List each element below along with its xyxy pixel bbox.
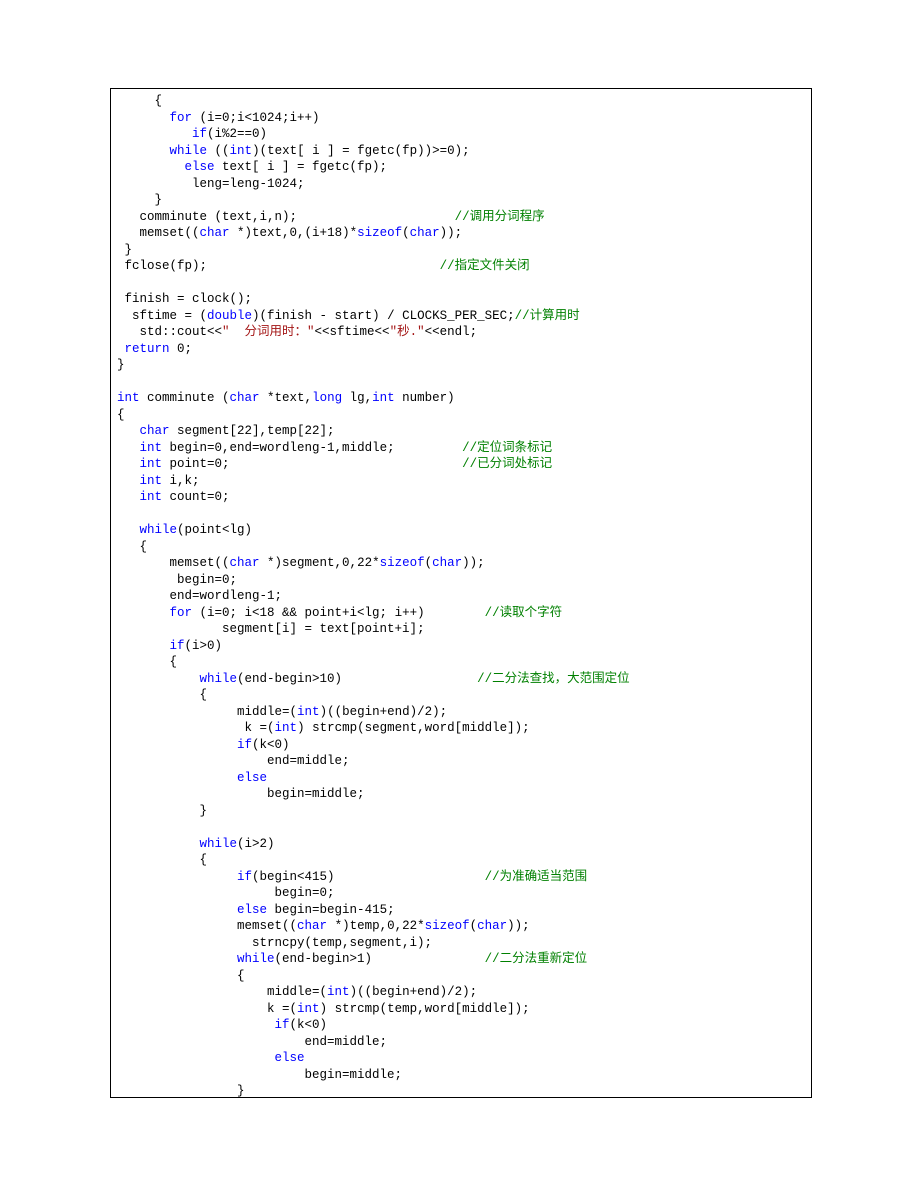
code-line: end=middle; <box>117 753 805 770</box>
code-line: for (i=0;i<1024;i++) <box>117 110 805 127</box>
code-line: int point=0; //已分词处标记 <box>117 456 805 473</box>
code-line: } <box>117 1083 805 1098</box>
code-line: else <box>117 1050 805 1067</box>
code-line: int i,k; <box>117 473 805 490</box>
code-line: begin=0; <box>117 572 805 589</box>
code-line: { <box>117 852 805 869</box>
code-line: int comminute (char *text,long lg,int nu… <box>117 390 805 407</box>
code-line: begin=middle; <box>117 786 805 803</box>
code-line: else begin=begin-415; <box>117 902 805 919</box>
code-line: if(k<0) <box>117 1017 805 1034</box>
code-line: begin=0; <box>117 885 805 902</box>
code-line: for (i=0; i<18 && point+i<lg; i++) //读取个… <box>117 605 805 622</box>
code-frame: { for (i=0;i<1024;i++) if(i%2==0) while … <box>110 88 812 1098</box>
code-line: { <box>117 687 805 704</box>
code-line: middle=(int)((begin+end)/2); <box>117 984 805 1001</box>
code-line: while(end-begin>10) //二分法查找，大范围定位 <box>117 671 805 688</box>
code-line: } <box>117 192 805 209</box>
code-block: { for (i=0;i<1024;i++) if(i%2==0) while … <box>117 93 805 1098</box>
code-line: else text[ i ] = fgetc(fp); <box>117 159 805 176</box>
code-line: while ((int)(text[ i ] = fgetc(fp))>=0); <box>117 143 805 160</box>
code-line: int begin=0,end=wordleng-1,middle; //定位词… <box>117 440 805 457</box>
code-line: middle=(int)((begin+end)/2); <box>117 704 805 721</box>
code-line: if(k<0) <box>117 737 805 754</box>
code-line: if(i%2==0) <box>117 126 805 143</box>
code-line: end=wordleng-1; <box>117 588 805 605</box>
code-line: } <box>117 803 805 820</box>
code-line: while(i>2) <box>117 836 805 853</box>
code-line: finish = clock(); <box>117 291 805 308</box>
code-line <box>117 819 805 836</box>
code-line: comminute (text,i,n); //调用分词程序 <box>117 209 805 226</box>
code-line: int count=0; <box>117 489 805 506</box>
code-line: sftime = (double)(finish - start) / CLOC… <box>117 308 805 325</box>
code-line <box>117 506 805 523</box>
code-line: begin=middle; <box>117 1067 805 1084</box>
code-line: segment[i] = text[point+i]; <box>117 621 805 638</box>
code-line: { <box>117 407 805 424</box>
code-line: end=middle; <box>117 1034 805 1051</box>
code-line: while(end-begin>1) //二分法重新定位 <box>117 951 805 968</box>
code-line: } <box>117 357 805 374</box>
code-line: leng=leng-1024; <box>117 176 805 193</box>
code-line <box>117 374 805 391</box>
code-line: { <box>117 539 805 556</box>
code-line: { <box>117 968 805 985</box>
code-line: while(point<lg) <box>117 522 805 539</box>
code-line: memset((char *)segment,0,22*sizeof(char)… <box>117 555 805 572</box>
code-line: k =(int) strcmp(segment,word[middle]); <box>117 720 805 737</box>
page: { for (i=0;i<1024;i++) if(i%2==0) while … <box>0 0 920 1191</box>
code-line: fclose(fp); //指定文件关闭 <box>117 258 805 275</box>
code-line <box>117 275 805 292</box>
code-line: if(i>0) <box>117 638 805 655</box>
code-line: return 0; <box>117 341 805 358</box>
code-line: memset((char *)temp,0,22*sizeof(char)); <box>117 918 805 935</box>
code-line: if(begin<415) //为准确适当范围 <box>117 869 805 886</box>
code-line: else <box>117 770 805 787</box>
code-line: k =(int) strcmp(temp,word[middle]); <box>117 1001 805 1018</box>
code-line: char segment[22],temp[22]; <box>117 423 805 440</box>
code-line: memset((char *)text,0,(i+18)*sizeof(char… <box>117 225 805 242</box>
code-line: std::cout<<" 分词用时："<<sftime<<"秒."<<endl; <box>117 324 805 341</box>
code-line: strncpy(temp,segment,i); <box>117 935 805 952</box>
code-line: { <box>117 93 805 110</box>
code-line: { <box>117 654 805 671</box>
code-line: } <box>117 242 805 259</box>
